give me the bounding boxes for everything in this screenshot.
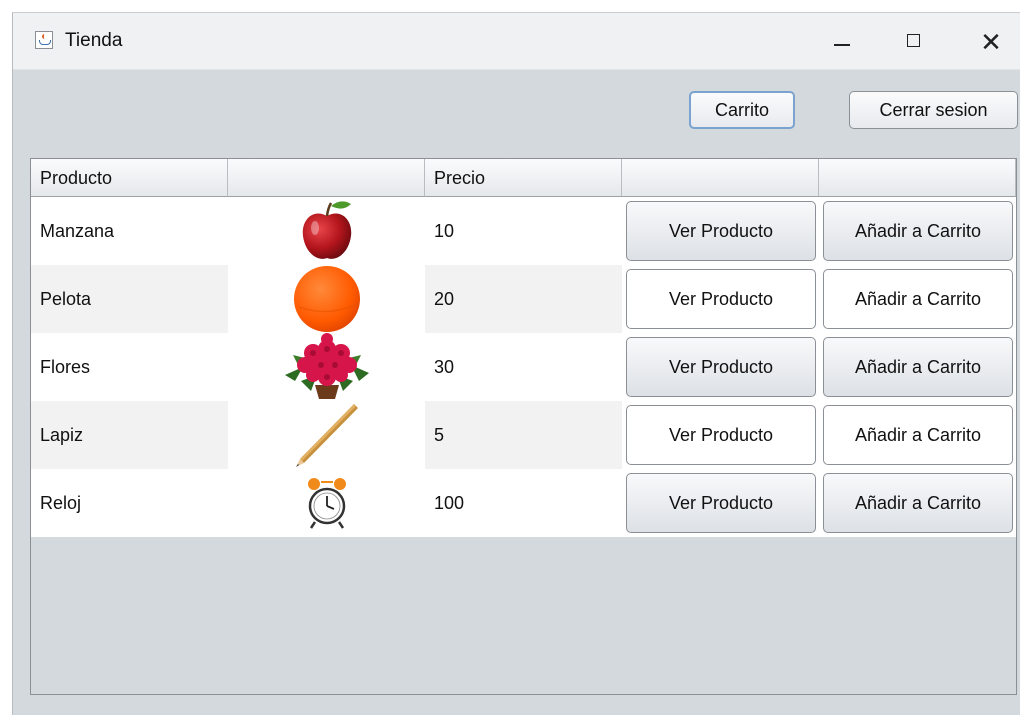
add-to-cart-cell: Añadir a Carrito	[819, 333, 1016, 401]
column-header-product[interactable]: Producto	[31, 159, 228, 197]
add-to-cart-button[interactable]: Añadir a Carrito	[823, 269, 1013, 329]
logout-button[interactable]: Cerrar sesion	[849, 91, 1018, 129]
table-row[interactable]: Pelota 20 Ver Producto Añadir a Carrito	[31, 265, 1016, 333]
product-image-cell	[228, 265, 425, 333]
product-name-cell: Flores	[31, 333, 228, 401]
column-header-price[interactable]: Precio	[425, 159, 622, 197]
product-name-cell: Lapiz	[31, 401, 228, 469]
product-price-cell: 5	[425, 401, 622, 469]
product-image-cell	[228, 401, 425, 469]
minimize-icon[interactable]	[824, 27, 864, 57]
cart-button[interactable]: Carrito	[689, 91, 795, 129]
java-app-icon	[35, 31, 53, 49]
add-to-cart-button[interactable]: Añadir a Carrito	[823, 201, 1013, 261]
view-product-cell: Ver Producto	[622, 401, 819, 469]
window-title: Tienda	[65, 30, 123, 51]
products-table: Producto Precio Manzana 10 Ver Producto …	[30, 158, 1017, 695]
product-price-cell: 100	[425, 469, 622, 537]
product-name-cell: Reloj	[31, 469, 228, 537]
view-product-cell: Ver Producto	[622, 333, 819, 401]
product-name-cell: Manzana	[31, 197, 228, 265]
product-image-cell	[228, 469, 425, 537]
column-header-image[interactable]	[228, 159, 425, 197]
view-product-button[interactable]: Ver Producto	[626, 405, 816, 465]
title-bar[interactable]: Tienda ✕	[13, 13, 1020, 70]
view-product-cell: Ver Producto	[622, 265, 819, 333]
column-header-add[interactable]	[819, 159, 1016, 197]
view-product-button[interactable]: Ver Producto	[626, 473, 816, 533]
clock-icon	[307, 478, 346, 529]
view-product-button[interactable]: Ver Producto	[626, 269, 816, 329]
product-price-cell: 30	[425, 333, 622, 401]
product-price-cell: 20	[425, 265, 622, 333]
view-product-cell: Ver Producto	[622, 197, 819, 265]
apple-icon	[302, 201, 351, 259]
table-row[interactable]: Manzana 10 Ver Producto Añadir a Carrito	[31, 197, 1016, 265]
app-window: Tienda ✕ Carrito Cerrar sesion Producto …	[12, 12, 1020, 715]
table-body: Manzana 10 Ver Producto Añadir a Carrito	[31, 197, 1016, 537]
add-to-cart-button[interactable]: Añadir a Carrito	[823, 337, 1013, 397]
maximize-icon[interactable]	[895, 27, 935, 57]
add-to-cart-cell: Añadir a Carrito	[819, 197, 1016, 265]
view-product-cell: Ver Producto	[622, 469, 819, 537]
add-to-cart-button[interactable]: Añadir a Carrito	[823, 473, 1013, 533]
view-product-button[interactable]: Ver Producto	[626, 337, 816, 397]
ball-icon	[293, 266, 360, 332]
table-row[interactable]: Reloj 100 Ver Producto Añadir a Carrito	[31, 469, 1016, 537]
table-header: Producto Precio	[31, 159, 1016, 197]
product-price-cell: 10	[425, 197, 622, 265]
product-name-cell: Pelota	[31, 265, 228, 333]
product-image-cell	[228, 197, 425, 265]
add-to-cart-button[interactable]: Añadir a Carrito	[823, 405, 1013, 465]
view-product-button[interactable]: Ver Producto	[626, 201, 816, 261]
column-header-view[interactable]	[622, 159, 819, 197]
table-row[interactable]: Flores 30 Ver Producto Añadir a Carrito	[31, 333, 1016, 401]
flowers-icon	[284, 333, 369, 399]
add-to-cart-cell: Añadir a Carrito	[819, 401, 1016, 469]
pencil-icon	[295, 404, 358, 467]
close-icon[interactable]: ✕	[971, 27, 1011, 57]
add-to-cart-cell: Añadir a Carrito	[819, 265, 1016, 333]
product-image-cell	[228, 333, 425, 401]
add-to-cart-cell: Añadir a Carrito	[819, 469, 1016, 537]
table-row[interactable]: Lapiz 5 Ver Producto Añadir a Carrito	[31, 401, 1016, 469]
